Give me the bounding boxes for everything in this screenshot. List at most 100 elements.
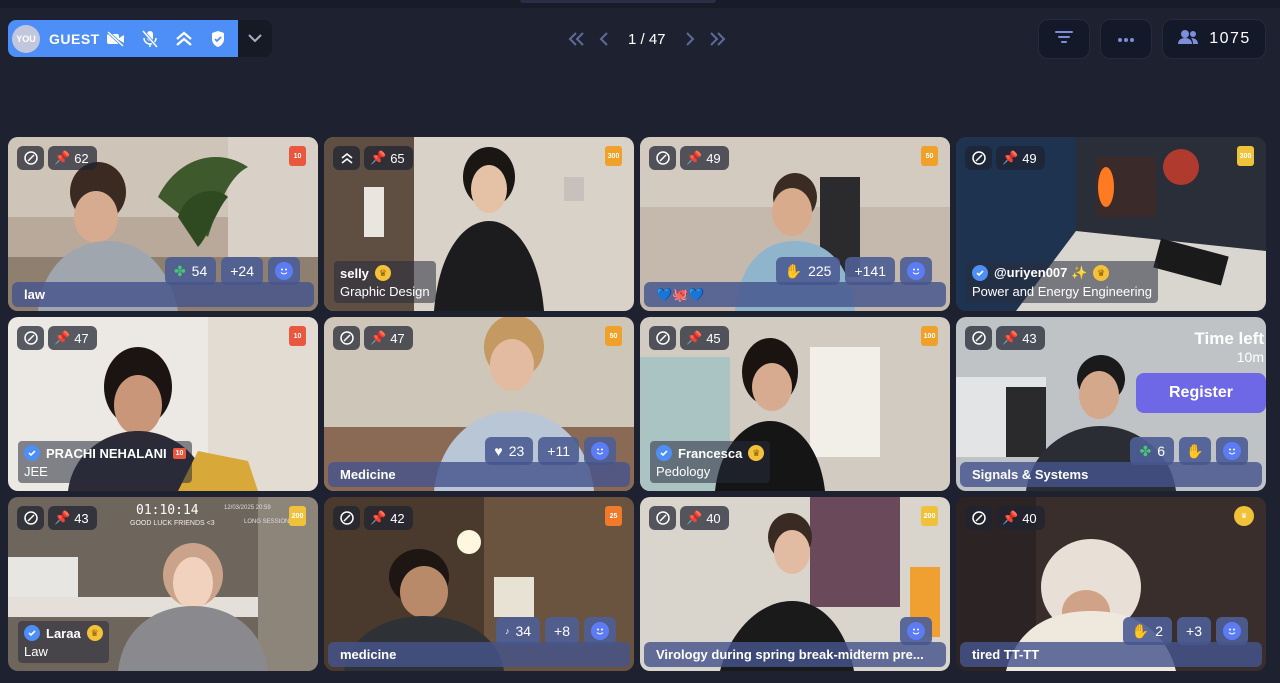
- verified-icon: [972, 265, 988, 281]
- video-tile[interactable]: 📌 47 50 ♥ 23 +11 Medicine: [324, 317, 634, 491]
- stat-more[interactable]: +8: [545, 617, 579, 645]
- hands-icon: ✋: [784, 262, 803, 279]
- level-badge: 300: [1237, 146, 1254, 166]
- name-level-badge: 10: [172, 447, 187, 459]
- verified-icon: [24, 445, 40, 461]
- pin-count[interactable]: 📌 47: [364, 326, 413, 350]
- pin-icon: 📌: [686, 330, 703, 345]
- participant-name: selly: [340, 265, 369, 281]
- reaction-button[interactable]: [1216, 617, 1248, 645]
- verified-icon: [24, 625, 40, 641]
- rocket-icon[interactable]: [17, 506, 44, 530]
- user-menu-toggle[interactable]: [238, 20, 272, 57]
- filter-button[interactable]: [1038, 19, 1090, 59]
- rocket-icon[interactable]: [17, 146, 44, 170]
- pin-count[interactable]: 📌 65: [364, 146, 413, 170]
- reaction-button[interactable]: [900, 617, 932, 645]
- pin-icon: 📌: [54, 330, 71, 345]
- video-tile[interactable]: 📌 49 300 @uriyen007 ✨ ♛ Power and Energy E…: [956, 137, 1266, 311]
- user-pill[interactable]: YOU GUEST: [8, 20, 238, 57]
- reaction-button[interactable]: [584, 617, 616, 645]
- reaction-button[interactable]: [584, 437, 616, 465]
- reaction-stats: ♪ 34 +8: [495, 617, 616, 645]
- stat-heart[interactable]: ♥ 23: [485, 437, 534, 465]
- smiley-icon: [275, 262, 293, 280]
- rocket-icon[interactable]: [965, 506, 992, 530]
- pin-count[interactable]: 📌 40: [996, 506, 1045, 530]
- user-controls: YOU GUEST: [8, 20, 272, 57]
- pin-count[interactable]: 📌 45: [680, 326, 729, 350]
- stat-more[interactable]: +24: [221, 257, 263, 285]
- stat-note[interactable]: ♪ 34: [495, 617, 541, 645]
- hands-icon: ✋: [1186, 442, 1204, 459]
- stat-hands[interactable]: ✋ 2: [1122, 617, 1173, 645]
- chevron-left-icon[interactable]: [594, 29, 614, 49]
- video-tile[interactable]: 📌 40 200 Virology during spring break-mid…: [640, 497, 950, 671]
- pin-count[interactable]: 📌 40: [680, 506, 729, 530]
- participant-subject: Pedology: [656, 464, 711, 479]
- stat-hands[interactable]: ✋ 225: [775, 257, 841, 285]
- participants-button[interactable]: 1075: [1162, 19, 1266, 59]
- time-left-value: 10m: [1236, 349, 1264, 365]
- level-badge: 200: [921, 506, 938, 526]
- crown-icon: ♛: [374, 265, 391, 281]
- heart-icon: ♥: [494, 443, 503, 459]
- pin-count[interactable]: 📌 47: [48, 326, 97, 350]
- rocket-icon[interactable]: [965, 326, 992, 350]
- pin-count[interactable]: 📌 49: [680, 146, 729, 170]
- reaction-button[interactable]: [268, 257, 300, 285]
- video-tile[interactable]: 📌 65 300 selly ♛ Graphic Design: [324, 137, 634, 311]
- stat-more[interactable]: +141: [845, 257, 895, 285]
- video-tile[interactable]: 📌 49 50 ✋ 225 +141 💙🐙💙: [640, 137, 950, 311]
- camera-off-icon[interactable]: [99, 30, 133, 47]
- stat-more[interactable]: +3: [1177, 617, 1211, 645]
- participant-subject: Power and Energy Engineering: [972, 284, 1152, 299]
- reaction-button[interactable]: [900, 257, 932, 285]
- rocket-icon[interactable]: [17, 326, 44, 350]
- hands-button[interactable]: ✋: [1179, 437, 1211, 465]
- pin-count[interactable]: 📌 43: [996, 326, 1045, 350]
- rocket-icon[interactable]: [649, 506, 676, 530]
- pin-icon: 📌: [686, 510, 703, 525]
- pin-icon: 📌: [1002, 150, 1019, 165]
- rocket-icon[interactable]: [649, 326, 676, 350]
- verified-icon: [656, 445, 672, 461]
- register-button[interactable]: Register: [1136, 373, 1266, 413]
- reaction-button[interactable]: [1216, 437, 1248, 465]
- video-tile[interactable]: 📌 47 10 PRACHI NEHALANI 10 JEE: [8, 317, 318, 491]
- level-badge: 25: [605, 506, 622, 526]
- video-tile[interactable]: 📌 45 100 Francesca ♛ Pedology: [640, 317, 950, 491]
- video-tile[interactable]: 📌 62 10 ✤ 54 +24 law: [8, 137, 318, 311]
- mic-off-icon[interactable]: [133, 29, 167, 48]
- video-tile[interactable]: 📌 42 25 ♪ 34 +8 medicine: [324, 497, 634, 671]
- pin-count[interactable]: 📌 49: [996, 146, 1045, 170]
- smiley-icon: [907, 262, 925, 280]
- more-icon: [1117, 30, 1135, 48]
- pin-count[interactable]: 📌 62: [48, 146, 97, 170]
- video-tile[interactable]: 📌 43 Time left 10m Register ✤ 6 ✋ Signals …: [956, 317, 1266, 491]
- video-tile[interactable]: 📌 40 ♛ ✋ 2 +3 tired TT-TT: [956, 497, 1266, 671]
- rocket-icon[interactable]: [333, 326, 360, 350]
- smiley-icon: [907, 622, 925, 640]
- stat-clover[interactable]: ✤ 6: [1130, 437, 1174, 465]
- top-strip: [0, 0, 1280, 8]
- more-button[interactable]: [1100, 19, 1152, 59]
- pin-icon: 📌: [54, 150, 71, 165]
- rocket-icon[interactable]: [333, 506, 360, 530]
- pin-count[interactable]: 📌 43: [48, 506, 97, 530]
- rank-icon[interactable]: [167, 30, 201, 48]
- rocket-icon[interactable]: [965, 146, 992, 170]
- rank-icon[interactable]: [333, 146, 360, 170]
- double-chevron-left-icon[interactable]: [566, 29, 586, 49]
- shield-icon[interactable]: [201, 30, 235, 48]
- video-tile[interactable]: 📌 43 01:10:14 GOOD LUCK FRIENDS <3 12/03/…: [8, 497, 318, 671]
- pin-icon: 📌: [370, 150, 387, 165]
- rocket-icon[interactable]: [649, 146, 676, 170]
- double-chevron-right-icon[interactable]: [708, 29, 728, 49]
- pin-icon: 📌: [1002, 330, 1019, 345]
- stat-more[interactable]: +11: [538, 437, 579, 465]
- stat-clover[interactable]: ✤ 54: [164, 257, 217, 285]
- chevron-right-icon[interactable]: [680, 29, 700, 49]
- participant-label: Francesca ♛ Pedology: [650, 441, 771, 483]
- pin-count[interactable]: 📌 42: [364, 506, 413, 530]
